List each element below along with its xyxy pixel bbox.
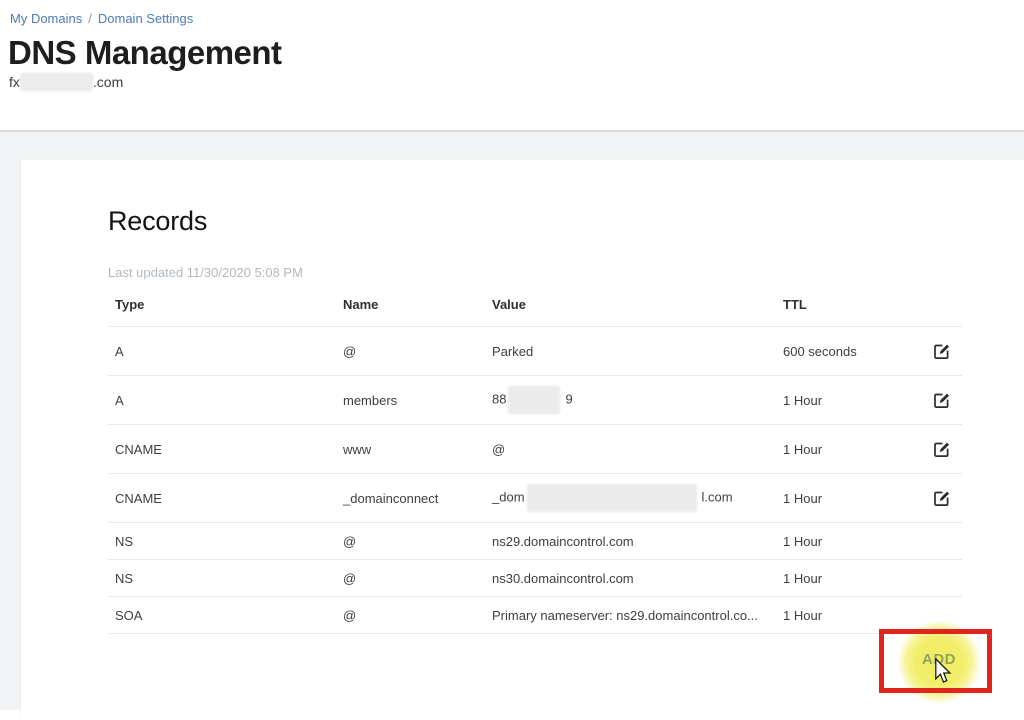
value-redaction-blur (509, 387, 559, 413)
cell-value: ns30.domaincontrol.com (492, 571, 783, 586)
domain-redaction-blur (21, 74, 92, 90)
value-prefix: @ (492, 442, 505, 457)
domain-suffix: .com (93, 74, 123, 90)
cell-type: NS (115, 534, 343, 549)
edit-icon (933, 489, 953, 507)
last-updated-text: Last updated 11/30/2020 5:08 PM (108, 265, 1024, 280)
cell-ttl: 1 Hour (783, 491, 901, 506)
table-row: A members 88 9 1 Hour (108, 376, 962, 425)
edit-record-button[interactable] (933, 341, 953, 361)
column-header-name: Name (343, 297, 492, 312)
cell-value: @ (492, 442, 783, 457)
edit-icon (933, 440, 953, 458)
cell-ttl: 600 seconds (783, 344, 901, 359)
value-prefix: Primary nameserver: ns29.domaincontrol.c… (492, 608, 758, 623)
table-row: CNAME _domainconnect _dom l.com 1 Hour (108, 474, 962, 523)
table-row: CNAME www @ 1 Hour (108, 425, 962, 474)
table-row: NS @ ns30.domaincontrol.com 1 Hour (108, 560, 962, 597)
cell-value: Parked (492, 344, 783, 359)
table-row: NS @ ns29.domaincontrol.com 1 Hour (108, 523, 962, 560)
cell-ttl: 1 Hour (783, 571, 901, 586)
value-prefix: Parked (492, 344, 533, 359)
domain-name: fx .com (9, 74, 123, 92)
cell-value: 88 9 (492, 387, 783, 413)
cell-name: @ (343, 608, 492, 623)
value-prefix: _dom (492, 489, 525, 504)
column-header-ttl: TTL (783, 297, 901, 312)
edit-record-button[interactable] (933, 488, 953, 508)
records-table-body: A @ Parked 600 seconds A members 88 9 1 H… (108, 327, 962, 634)
table-header-row: Type Name Value TTL (108, 297, 962, 327)
cell-type: A (115, 393, 343, 408)
edit-record-button[interactable] (933, 439, 953, 459)
cell-ttl: 1 Hour (783, 534, 901, 549)
column-header-type: Type (115, 297, 343, 312)
edit-icon (933, 342, 953, 360)
cell-value: ns29.domaincontrol.com (492, 534, 783, 549)
breadcrumb-separator: / (88, 11, 92, 26)
breadcrumb-domain-settings[interactable]: Domain Settings (98, 11, 193, 26)
value-prefix: 88 (492, 391, 506, 406)
cell-type: CNAME (115, 491, 343, 506)
cell-type: NS (115, 571, 343, 586)
cell-name: @ (343, 534, 492, 549)
cell-ttl: 1 Hour (783, 393, 901, 408)
cell-name: _domainconnect (343, 491, 492, 506)
add-record-button[interactable]: ADD (897, 620, 981, 704)
records-table: Type Name Value TTL A @ Parked 600 secon… (108, 297, 962, 634)
domain-prefix: fx (9, 74, 20, 90)
value-suffix: l.com (702, 489, 733, 504)
cell-name: members (343, 393, 492, 408)
cell-ttl: 1 Hour (783, 442, 901, 457)
cell-name: @ (343, 571, 492, 586)
page-header: My Domains / Domain Settings DNS Managemen… (0, 0, 1024, 130)
edit-record-button[interactable] (933, 390, 953, 410)
edit-icon (933, 391, 953, 409)
records-card: Records Last updated 11/30/2020 5:08 PM … (21, 160, 1024, 720)
table-row: SOA @ Primary nameserver: ns29.domaincon… (108, 597, 962, 634)
column-header-value: Value (492, 297, 783, 312)
cell-type: CNAME (115, 442, 343, 457)
records-heading: Records (108, 206, 1024, 237)
cell-type: A (115, 344, 343, 359)
cell-name: www (343, 442, 492, 457)
value-prefix: ns29.domaincontrol.com (492, 534, 634, 549)
cell-type: SOA (115, 608, 343, 623)
add-button-label: ADD (922, 651, 956, 668)
page-title: DNS Management (8, 34, 282, 72)
cell-value: _dom l.com (492, 485, 783, 511)
table-row: A @ Parked 600 seconds (108, 327, 962, 376)
breadcrumb: My Domains / Domain Settings (10, 11, 193, 26)
value-redaction-blur (528, 485, 696, 511)
value-suffix: 9 (565, 391, 572, 406)
value-prefix: ns30.domaincontrol.com (492, 571, 634, 586)
cell-value: Primary nameserver: ns29.domaincontrol.c… (492, 608, 783, 623)
cell-ttl: 1 Hour (783, 608, 901, 623)
breadcrumb-my-domains[interactable]: My Domains (10, 11, 82, 26)
cell-name: @ (343, 344, 492, 359)
